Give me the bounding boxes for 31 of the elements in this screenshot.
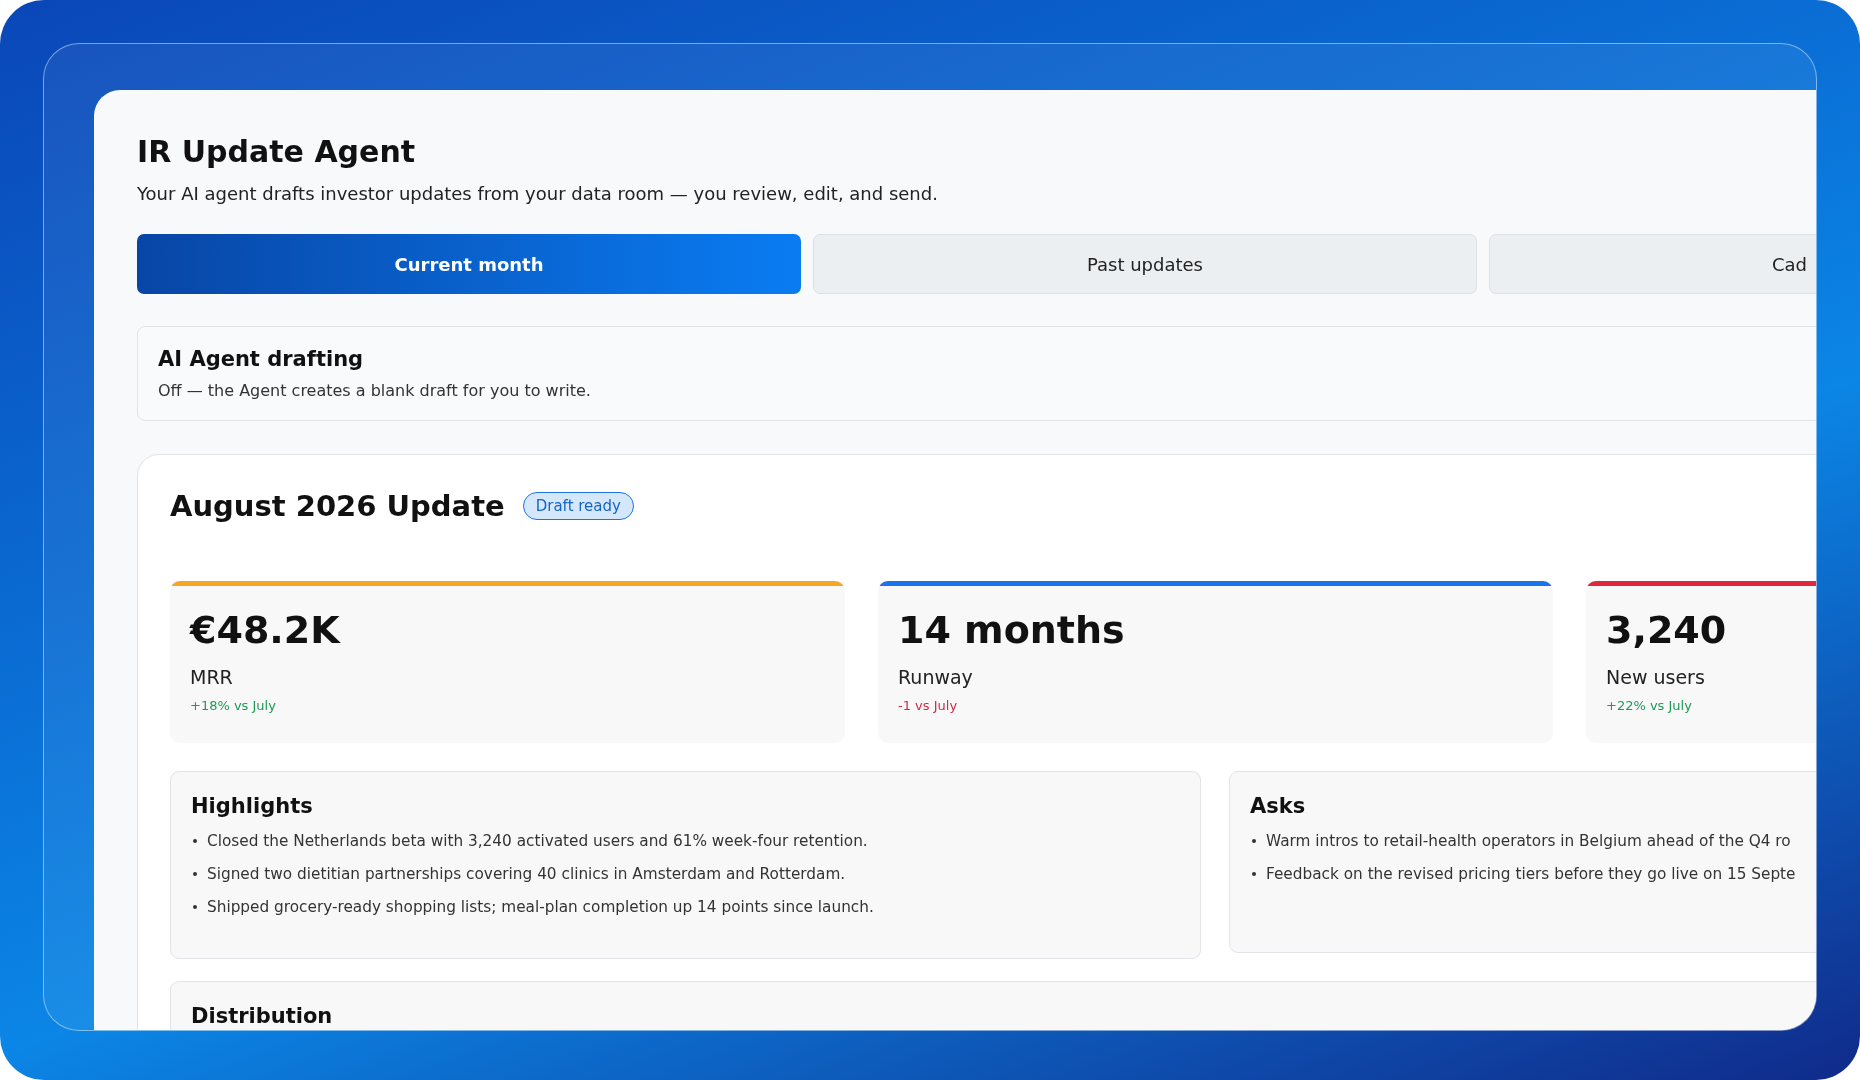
metric-value: €48.2K <box>190 608 340 652</box>
metric-value: 3,240 <box>1606 608 1727 652</box>
metric-label: MRR <box>190 666 233 688</box>
list-item: Signed two dietitian partnerships covering 40 clinics in Amsterdam and Rotterdam. <box>207 865 846 883</box>
bullet-icon <box>1252 839 1256 843</box>
status-badge: Draft ready <box>522 492 634 520</box>
page-subtitle: Your AI agent drafts investor updates from your data room — you review, edit, and send. <box>137 183 938 204</box>
metric-label: Runway <box>898 666 973 688</box>
card-title: Distribution <box>191 1004 333 1028</box>
card-title: Highlights <box>191 794 313 818</box>
bullet-icon <box>193 872 197 876</box>
metric-label: New users <box>1606 666 1705 688</box>
tab[interactable]: Current month <box>137 234 801 294</box>
metric-value: 14 months <box>898 608 1125 652</box>
tab[interactable]: Past updates <box>813 234 1477 294</box>
list-item: Feedback on the revised pricing tiers before they go live on 15 Septe <box>1266 865 1796 883</box>
card-title: Asks <box>1250 794 1306 818</box>
list-item: Closed the Netherlands beta with 3,240 activated users and 61% week-four retention. <box>207 832 868 850</box>
bullet-icon <box>193 839 197 843</box>
metric-change: +22% vs July <box>1606 698 1692 713</box>
tab[interactable]: Cad <box>1489 234 1816 294</box>
card-description: Off — the Agent creates a blank draft for you to write. <box>158 381 591 400</box>
list-item: Shipped grocery-ready shopping lists; meal-plan completion up 14 points since launch. <box>207 898 874 916</box>
metric-change: +18% vs July <box>190 698 276 713</box>
bullet-icon <box>1252 872 1256 876</box>
update-title: August 2026 Update <box>170 489 505 523</box>
metric-change: -1 vs July <box>898 698 958 713</box>
bullet-icon <box>193 905 197 909</box>
page-title: IR Update Agent <box>137 134 416 169</box>
card-title: AI Agent drafting <box>158 347 364 371</box>
list-item: Warm intros to retail-health operators in Belgium ahead of the Q4 ro <box>1266 832 1791 850</box>
